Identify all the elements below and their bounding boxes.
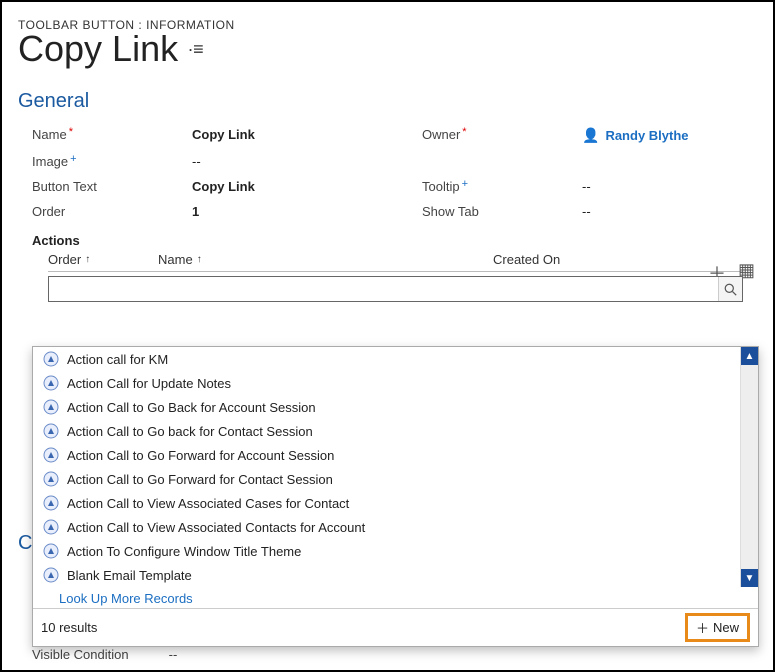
lookup-item[interactable]: Action Call to Go Forward for Account Se… [33, 443, 758, 467]
label-owner: Owner* [422, 127, 572, 144]
lookup-item[interactable]: Action Call to Go back for Contact Sessi… [33, 419, 758, 443]
label-image: Image+ [32, 154, 182, 169]
value-tooltip[interactable]: -- [582, 179, 775, 194]
results-count: 10 results [41, 620, 97, 635]
action-call-icon [43, 567, 59, 583]
sort-asc-icon: ↑ [85, 254, 90, 265]
action-call-icon [43, 471, 59, 487]
lookup-item[interactable]: Action To Configure Window Title Theme [33, 539, 758, 563]
sort-asc-icon: ↑ [197, 254, 202, 265]
lookup-item[interactable]: Action Call for Update Notes [33, 371, 758, 395]
action-call-icon [43, 351, 59, 367]
value-name[interactable]: Copy Link [192, 127, 412, 144]
value-button-text[interactable]: Copy Link [192, 179, 412, 194]
label-name: Name* [32, 127, 182, 144]
lookup-item[interactable]: Action Call to View Associated Cases for… [33, 491, 758, 515]
lookup-item-label: Action Call to Go Forward for Contact Se… [67, 472, 333, 487]
col-order[interactable]: Order↑ [48, 252, 158, 267]
person-icon: 👤 [582, 127, 599, 144]
page-title: Copy Link [18, 28, 178, 70]
scroll-up-icon[interactable]: ▲ [741, 347, 758, 365]
action-call-icon [43, 495, 59, 511]
action-call-icon [43, 375, 59, 391]
section-general: General [18, 90, 757, 113]
value-showtab[interactable]: -- [582, 204, 775, 219]
lookup-item[interactable]: Action Call to Go Forward for Contact Se… [33, 467, 758, 491]
lookup-item-label: Action Call to View Associated Contacts … [67, 520, 365, 535]
lookup-item-label: Action Call to Go Forward for Account Se… [67, 448, 334, 463]
lookup-item[interactable]: Blank Email Template [33, 563, 758, 587]
value-order[interactable]: 1 [192, 204, 412, 219]
value-image[interactable]: -- [192, 154, 412, 169]
action-call-icon [43, 543, 59, 559]
action-call-icon [43, 399, 59, 415]
lookup-item-label: Action call for KM [67, 352, 168, 367]
lookup-item-label: Blank Email Template [67, 568, 192, 583]
lookup-input[interactable] [48, 276, 743, 302]
label-tooltip: Tooltip+ [422, 179, 572, 194]
action-call-icon [43, 423, 59, 439]
col-created[interactable]: Created On [493, 252, 663, 267]
action-call-icon [43, 447, 59, 463]
lookup-dropdown: Action call for KM Action Call for Update… [32, 346, 759, 647]
plus-icon: ＋ [696, 618, 709, 637]
value-visible-condition[interactable]: -- [169, 647, 178, 662]
label-button-text: Button Text [32, 179, 182, 194]
lookup-item[interactable]: Action call for KM [33, 347, 758, 371]
label-visible-condition: Visible Condition [32, 647, 129, 662]
col-name[interactable]: Name↑ [158, 252, 493, 267]
owner-link[interactable]: Randy Blythe [605, 128, 688, 143]
lookup-more-link[interactable]: Look Up More Records [33, 587, 758, 608]
label-order: Order [32, 204, 182, 219]
lookup-item-label: Action Call to View Associated Cases for… [67, 496, 349, 511]
lookup-item-label: Action Call to Go back for Contact Sessi… [67, 424, 313, 439]
search-icon[interactable] [718, 277, 742, 301]
grid-header: Order↑ Name↑ Created On [48, 252, 743, 272]
new-button[interactable]: ＋ New [685, 613, 750, 642]
lookup-item[interactable]: Action Call to Go Back for Account Sessi… [33, 395, 758, 419]
lookup-item-label: Action Call for Update Notes [67, 376, 231, 391]
label-showtab: Show Tab [422, 204, 572, 219]
actions-label: Actions [32, 233, 757, 248]
action-call-icon [43, 519, 59, 535]
title-menu-icon[interactable]: ∙≡ [188, 39, 204, 60]
lookup-item-label: Action To Configure Window Title Theme [67, 544, 301, 559]
lookup-item[interactable]: Action Call to View Associated Contacts … [33, 515, 758, 539]
dropdown-scrollbar[interactable]: ▲ ▼ [740, 347, 758, 587]
lookup-item-label: Action Call to Go Back for Account Sessi… [67, 400, 316, 415]
scroll-down-icon[interactable]: ▼ [741, 569, 758, 587]
